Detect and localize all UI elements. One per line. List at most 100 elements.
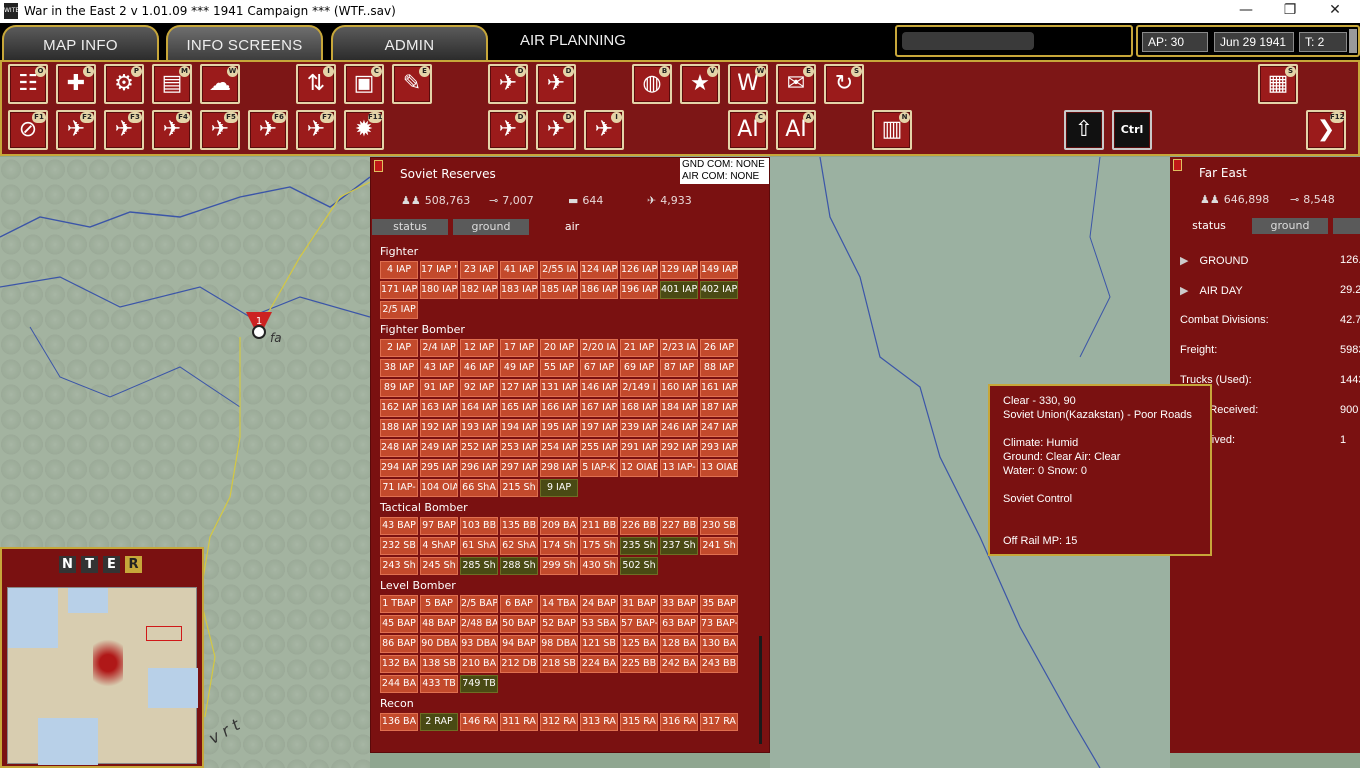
victory-button[interactable]: ★ V xyxy=(680,64,720,104)
air-unit-button[interactable]: 252 IAP xyxy=(460,439,498,457)
air-unit-button[interactable]: 43 IAP xyxy=(420,359,458,377)
air-unit-button[interactable]: 311 RA xyxy=(500,713,538,731)
air-unit-button[interactable]: 165 IAP xyxy=(500,399,538,417)
transfer-button[interactable]: ⇅ I xyxy=(296,64,336,104)
air-unit-button[interactable]: 211 BB xyxy=(580,517,618,535)
air-unit-button[interactable]: 288 Sh xyxy=(500,557,538,575)
air-unit-button[interactable]: 127 IAP xyxy=(500,379,538,397)
air-unit-button[interactable]: 285 Sh xyxy=(460,557,498,575)
air-unit-button[interactable]: 230 SB xyxy=(700,517,738,535)
expand-arrow-icon[interactable]: ▶ xyxy=(1180,255,1192,267)
air-unit-button[interactable]: 227 BB xyxy=(660,517,698,535)
air-unit-button[interactable]: 175 Sh xyxy=(580,537,618,555)
orders-button[interactable]: ☷ O xyxy=(8,64,48,104)
air-unit-button[interactable]: 26 IAP xyxy=(700,339,738,357)
air-unit-button[interactable]: 180 IAP xyxy=(420,281,458,299)
air-unit-button[interactable]: 243 Sh xyxy=(380,557,418,575)
commanders-button[interactable]: ▣ C xyxy=(344,64,384,104)
air-unit-button[interactable]: 2/149 I xyxy=(620,379,658,397)
air-unit-button[interactable]: 241 Sh xyxy=(700,537,738,555)
air-unit-button[interactable]: 195 IAP xyxy=(540,419,578,437)
air-unit-button[interactable]: 295 IAP xyxy=(420,459,458,477)
air-unit-button[interactable]: 502 Sh xyxy=(620,557,658,575)
air-unit-button[interactable]: 315 RA xyxy=(620,713,658,731)
air-unit-button[interactable]: 174 Sh xyxy=(540,537,578,555)
air-unit-button[interactable]: 239 IAP xyxy=(620,419,658,437)
air-unit-button[interactable]: 48 BAP xyxy=(420,615,458,633)
air-unit-button[interactable]: 9 IAP xyxy=(540,479,578,497)
air-unit-button[interactable]: 245 Sh xyxy=(420,557,458,575)
air-unit-button[interactable]: 317 RA xyxy=(700,713,738,731)
air-unit-button[interactable]: 104 OIA xyxy=(420,479,458,497)
air-unit-button[interactable]: 62 ShA xyxy=(500,537,538,555)
air-unit-button[interactable]: 2/20 IA xyxy=(580,339,618,357)
air-unit-button[interactable]: 31 BAP xyxy=(620,595,658,613)
air-unit-button[interactable]: 130 BA xyxy=(700,635,738,653)
air-unit-button[interactable]: 89 IAP xyxy=(380,379,418,397)
tab-info-screens[interactable]: INFO SCREENS xyxy=(166,25,323,60)
far-east-stat-row[interactable]: ▶ AIR DAY 29.2 xyxy=(1180,284,1360,297)
air-unit-button[interactable]: 138 SB xyxy=(420,655,458,673)
air-unit-button[interactable]: 33 BAP xyxy=(660,595,698,613)
air-unit-button[interactable]: 218 SB xyxy=(540,655,578,673)
air-unit-button[interactable]: 103 BB xyxy=(460,517,498,535)
air-unit-button[interactable]: 146 IAP xyxy=(580,379,618,397)
air-unit-button[interactable]: 254 IAP xyxy=(540,439,578,457)
status-scroll[interactable] xyxy=(1349,29,1357,53)
hq-button[interactable]: ▦ S xyxy=(1258,64,1298,104)
air-unit-button[interactable]: 171 IAP xyxy=(380,281,418,299)
air-list-scrollbar[interactable] xyxy=(759,636,762,744)
air-unit-button[interactable]: 402 IAP xyxy=(700,281,738,299)
air-unit-button[interactable]: 160 IAP xyxy=(660,379,698,397)
air-unit-button[interactable]: 5 BAP xyxy=(420,595,458,613)
minimize-button[interactable]: — xyxy=(1226,2,1266,18)
air-unit-button[interactable]: 24 BAP xyxy=(580,595,618,613)
air-no-button[interactable]: ⊘ F1 xyxy=(8,110,48,150)
air-unit-button[interactable]: 50 BAP xyxy=(500,615,538,633)
tab-admin[interactable]: ADMIN xyxy=(331,25,488,60)
filter-t[interactable]: T xyxy=(81,556,98,573)
air-unit-button[interactable]: 312 RA xyxy=(540,713,578,731)
air-unit-button[interactable]: 4 ShAP xyxy=(420,537,458,555)
air-burn-button[interactable]: ✹ F11 xyxy=(344,110,384,150)
air-unit-button[interactable]: 291 IAP xyxy=(620,439,658,457)
air-unit-button[interactable]: 13 IAP- xyxy=(660,459,698,477)
air-unit-button[interactable]: 45 BAP xyxy=(380,615,418,633)
air-unit-button[interactable]: 93 DBA xyxy=(460,635,498,653)
air-unit-button[interactable]: 63 BAP xyxy=(660,615,698,633)
air-unit-button[interactable]: 185 IAP xyxy=(540,281,578,299)
ai-city-button[interactable]: AI C xyxy=(728,110,768,150)
air-unit-button[interactable]: 196 IAP xyxy=(620,281,658,299)
air-unit-button[interactable]: 2/5 IAP xyxy=(380,301,418,319)
expand-arrow-icon[interactable]: ▶ xyxy=(1180,285,1192,297)
air-unit-button[interactable]: 23 IAP xyxy=(460,261,498,279)
air-unit-button[interactable]: 67 IAP xyxy=(580,359,618,377)
air-unit-button[interactable]: 94 BAP xyxy=(500,635,538,653)
air-unit-button[interactable]: 188 IAP xyxy=(380,419,418,437)
air-unit-button[interactable]: 86 BAP xyxy=(380,635,418,653)
air-unit-button[interactable]: 294 IAP xyxy=(380,459,418,477)
air-unit-button[interactable]: 2/4 IAP xyxy=(420,339,458,357)
air-unit-button[interactable]: 126 IAP xyxy=(620,261,658,279)
message-field[interactable] xyxy=(902,32,1034,50)
air-unit-button[interactable]: 167 IAP xyxy=(580,399,618,417)
air-multi-button[interactable]: ✈ F6 xyxy=(248,110,288,150)
air-dir-button[interactable]: ✈ D xyxy=(488,64,528,104)
air-unit-button[interactable]: 242 BA xyxy=(660,655,698,673)
air-unit-button[interactable]: 52 BAP xyxy=(540,615,578,633)
reload-button[interactable]: ↻ S xyxy=(824,64,864,104)
air-unit-button[interactable]: 91 IAP xyxy=(420,379,458,397)
air-unit-button[interactable]: 12 IAP xyxy=(460,339,498,357)
air-unit-button[interactable]: 192 IAP xyxy=(420,419,458,437)
air-unit-button[interactable]: 17 IAP xyxy=(500,339,538,357)
tab-ground[interactable]: ground xyxy=(453,219,529,235)
air-unit-button[interactable]: 237 Sh xyxy=(660,537,698,555)
air-unit-button[interactable]: 124 IAP xyxy=(580,261,618,279)
air-unit-button[interactable]: 2/55 IA xyxy=(540,261,578,279)
air-unit-button[interactable]: 164 IAP xyxy=(460,399,498,417)
air-unit-button[interactable]: 253 IAP xyxy=(500,439,538,457)
air-unit-button[interactable]: 224 BA xyxy=(580,655,618,673)
air-unit-button[interactable]: 197 IAP xyxy=(580,419,618,437)
air-unit-button[interactable]: 41 IAP xyxy=(500,261,538,279)
air-unit-button[interactable]: 121 SB xyxy=(580,635,618,653)
